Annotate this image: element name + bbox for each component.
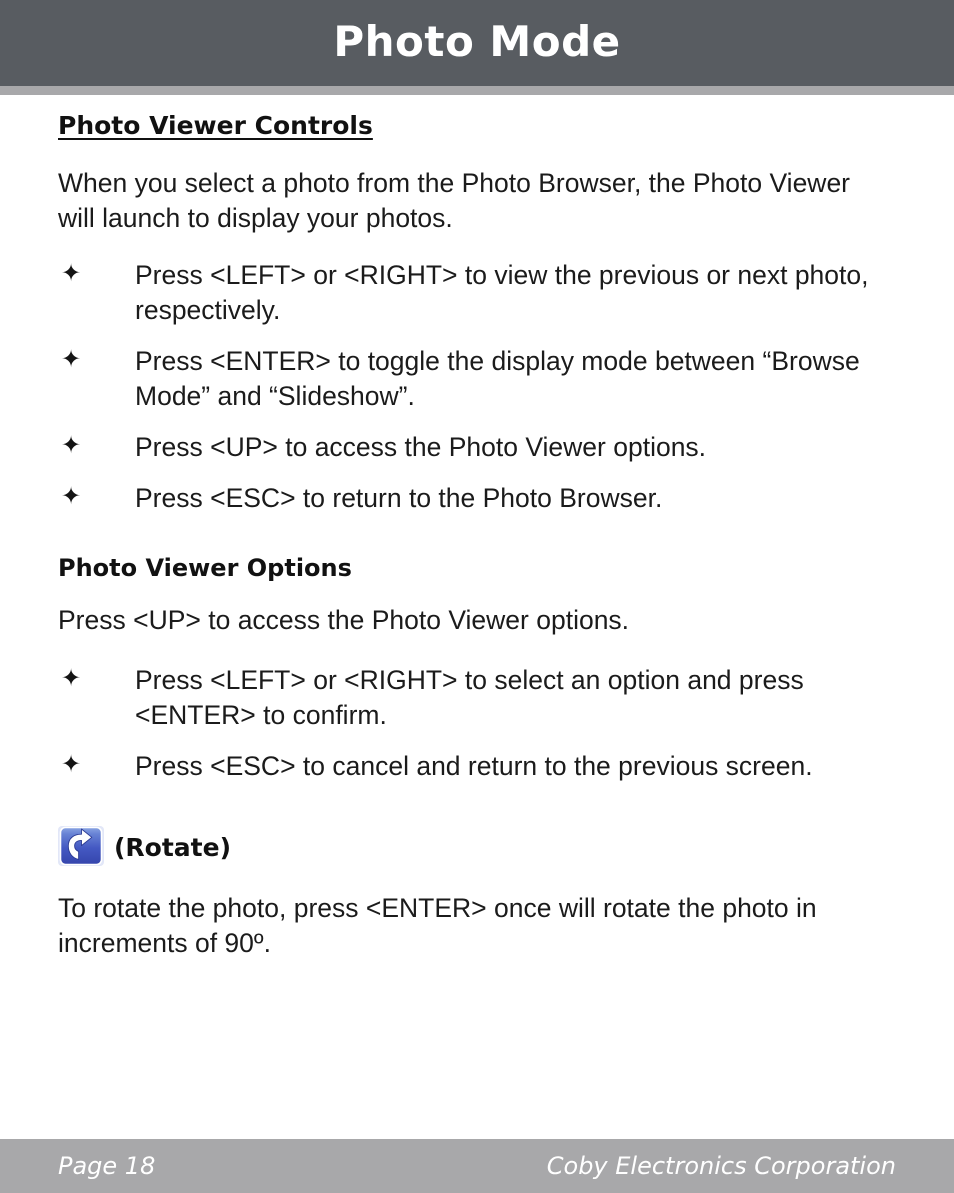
rotate-clockwise-icon [58, 826, 104, 866]
bullet-list-photo-viewer-controls: ✦ Press <LEFT> or <RIGHT> to view the pr… [58, 258, 903, 516]
star-bullet-icon: ✦ [61, 345, 82, 373]
page-content: Photo Viewer Controls When you select a … [0, 95, 954, 1139]
list-item-text: Press <LEFT> or <RIGHT> to view the prev… [135, 260, 869, 325]
star-bullet-icon: ✦ [61, 431, 82, 459]
list-item: ✦ Press <LEFT> or <RIGHT> to select an o… [58, 663, 903, 733]
page-number: Page 18 [58, 1152, 156, 1180]
list-item-text: Press <ESC> to cancel and return to the … [135, 751, 813, 781]
company-name: Coby Electronics Corporation [546, 1152, 896, 1180]
list-item-text: Press <ENTER> to toggle the display mode… [135, 346, 860, 411]
list-item: ✦ Press <ESC> to return to the Photo Bro… [58, 481, 903, 516]
rotate-paragraph: To rotate the photo, press <ENTER> once … [58, 893, 817, 958]
header-divider-rule [0, 86, 954, 95]
list-item-text: Press <LEFT> or <RIGHT> to select an opt… [135, 665, 804, 730]
star-bullet-icon: ✦ [61, 664, 82, 692]
star-bullet-icon: ✦ [61, 259, 82, 287]
page-title: Photo Mode [333, 17, 621, 66]
section-heading-photo-viewer-controls: Photo Viewer Controls [58, 111, 373, 140]
bullet-list-photo-viewer-options: ✦ Press <LEFT> or <RIGHT> to select an o… [58, 663, 903, 784]
list-item-text: Press <UP> to access the Photo Viewer op… [135, 432, 707, 462]
page-header-bar: Photo Mode [0, 0, 954, 86]
star-bullet-icon: ✦ [61, 750, 82, 778]
page-footer-bar: Page 18 Coby Electronics Corporation [0, 1139, 954, 1193]
list-item: ✦ Press <LEFT> or <RIGHT> to view the pr… [58, 258, 903, 328]
star-bullet-icon: ✦ [61, 482, 82, 510]
section-paragraph-photo-viewer-options: Press <UP> to access the Photo Viewer op… [58, 605, 630, 635]
section-paragraph-photo-viewer-controls: When you select a photo from the Photo B… [58, 168, 851, 233]
rotate-section-heading: (Rotate) [58, 825, 231, 867]
rotate-label: (Rotate) [114, 832, 232, 862]
list-item-text: Press <ESC> to return to the Photo Brows… [135, 483, 663, 513]
list-item: ✦ Press <ENTER> to toggle the display mo… [58, 344, 903, 414]
section-heading-photo-viewer-options: Photo Viewer Options [58, 554, 352, 582]
list-item: ✦ Press <ESC> to cancel and return to th… [58, 749, 903, 784]
list-item: ✦ Press <UP> to access the Photo Viewer … [58, 430, 903, 465]
